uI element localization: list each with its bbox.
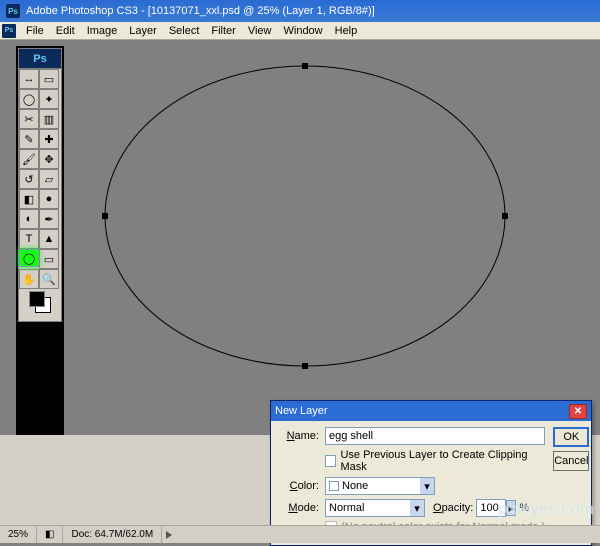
zoom-tool[interactable]: 🔍 (39, 269, 59, 289)
history-brush-tool[interactable]: ↺ (19, 169, 39, 189)
spot-heal-tool[interactable]: ✚ (39, 129, 59, 149)
toolbox-panel: Ps ↔▭◯✦✂▥✎✚🖌✥↺▱◧●◐✒T▲◯▭✋🔍 (16, 46, 64, 478)
titlebar: Ps Adobe Photoshop CS3 - [10137071_xxl.p… (0, 0, 600, 22)
rectangle-shape-tool[interactable]: ▭ (39, 249, 59, 269)
ellipse-path[interactable] (95, 56, 525, 386)
clipping-label: Use Previous Layer to Create Clipping Ma… (340, 449, 545, 473)
ellipse-shape-tool[interactable]: ◯ (19, 249, 39, 267)
fg-color-swatch[interactable] (29, 291, 45, 307)
color-swatches[interactable] (19, 289, 61, 321)
doc-size: Doc: 64.7M/62.0M (63, 526, 162, 543)
blur-tool[interactable]: ● (39, 189, 59, 209)
app-icon: Ps (6, 4, 20, 18)
menu-window[interactable]: Window (278, 23, 329, 39)
mode-label: Mode: (279, 502, 319, 514)
opacity-label: Opacity: (433, 502, 473, 514)
move-tool[interactable]: ↔ (19, 69, 39, 89)
zoom-level[interactable]: 25% (0, 526, 37, 543)
eyedropper-tool[interactable]: ✎ (19, 129, 39, 149)
chevron-down-icon: ▾ (420, 478, 434, 494)
mode-select[interactable]: Normal ▾ (325, 499, 425, 517)
name-label: Name: (279, 430, 319, 442)
play-icon[interactable] (166, 531, 172, 539)
menu-edit[interactable]: Edit (50, 23, 81, 39)
hand-tool[interactable]: ✋ (19, 269, 39, 289)
menubar: Ps File Edit Image Layer Select Filter V… (0, 22, 600, 40)
color-swatch-none-icon (329, 481, 339, 491)
dialog-titlebar[interactable]: New Layer ✕ (271, 401, 591, 421)
opacity-flyout-icon[interactable]: ▸ (506, 500, 516, 516)
ok-button[interactable]: OK (553, 427, 589, 447)
path-select-tool[interactable]: ▲ (39, 229, 59, 249)
opacity-pct: % (519, 502, 529, 514)
clone-tool[interactable]: ✥ (39, 149, 59, 169)
statusbar: 25% ◧ Doc: 64.7M/62.0M (0, 525, 600, 543)
name-field[interactable] (325, 427, 545, 445)
color-label: Color: (279, 480, 319, 492)
gradient-tool[interactable]: ◧ (19, 189, 39, 209)
slice-tool[interactable]: ▥ (39, 109, 59, 129)
menu-help[interactable]: Help (329, 23, 364, 39)
menu-select[interactable]: Select (163, 23, 206, 39)
brush-tool[interactable]: 🖌 (19, 149, 39, 169)
quick-select-tool[interactable]: ✦ (39, 89, 59, 109)
dodge-tool[interactable]: ◐ (19, 209, 39, 229)
doc-icon: Ps (2, 24, 16, 38)
app-title: Adobe Photoshop CS3 - [10137071_xxl.psd … (26, 5, 375, 17)
dialog-title: New Layer (275, 405, 328, 417)
clipping-checkbox[interactable] (325, 455, 336, 467)
cancel-button[interactable]: Cancel (553, 451, 589, 471)
chevron-down-icon: ▾ (410, 500, 424, 516)
menu-view[interactable]: View (242, 23, 278, 39)
crop-tool[interactable]: ✂ (19, 109, 39, 129)
menu-filter[interactable]: Filter (205, 23, 241, 39)
eraser-tool[interactable]: ▱ (39, 169, 59, 189)
close-icon[interactable]: ✕ (569, 404, 587, 419)
pen-tool[interactable]: ✒ (39, 209, 59, 229)
opacity-field[interactable] (476, 499, 506, 517)
type-tool[interactable]: T (19, 229, 39, 249)
menu-image[interactable]: Image (81, 23, 124, 39)
status-icon[interactable]: ◧ (37, 526, 63, 543)
menu-file[interactable]: File (20, 23, 50, 39)
menu-layer[interactable]: Layer (123, 23, 163, 39)
toolbox-header-icon: Ps (19, 49, 61, 69)
lasso-tool[interactable]: ◯ (19, 89, 39, 109)
marquee-tool[interactable]: ▭ (39, 69, 59, 89)
color-select[interactable]: None ▾ (325, 477, 435, 495)
